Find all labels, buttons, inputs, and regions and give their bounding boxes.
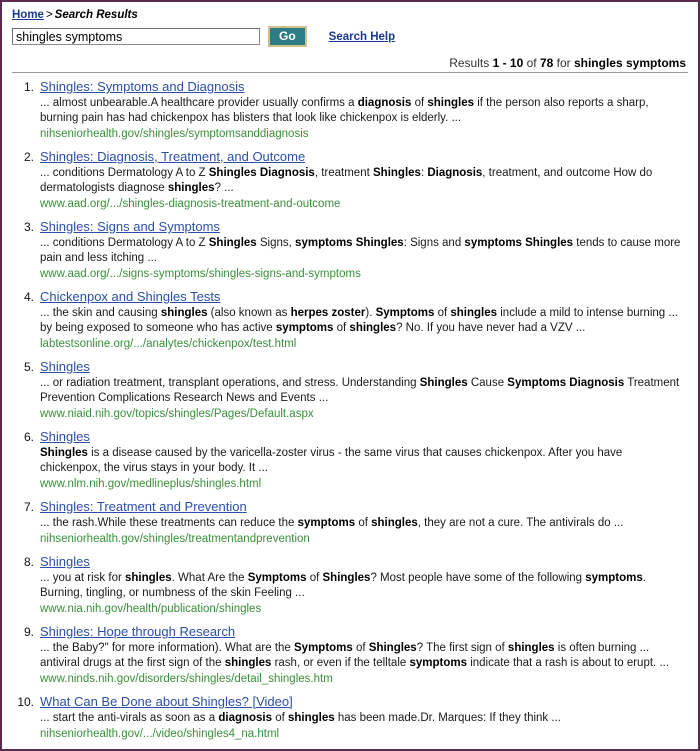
result-rank: 6. (23, 430, 34, 444)
result-snippet: ... conditions Dermatology A to Z Shingl… (40, 237, 681, 264)
summary-total: 78 (539, 56, 554, 70)
breadcrumb-current: Search Results (54, 9, 138, 21)
result-item: 3. Shingles: Signs and Symptoms ... condit… (10, 219, 690, 281)
summary-middle: of (523, 56, 540, 70)
results-summary: Results 1 - 10 of 78 for shingles sympto… (10, 56, 686, 70)
result-rank: 2. (23, 150, 34, 164)
result-url[interactable]: nihseniorhealth.gov/shingles/treatmentan… (40, 532, 686, 546)
result-item: 1. Shingles: Symptoms and Diagnosis ... al… (10, 79, 690, 141)
result-rank: 10. (17, 695, 34, 709)
go-button[interactable]: Go (268, 26, 307, 47)
result-url[interactable]: www.niaid.nih.gov/topics/shingles/Pages/… (40, 407, 686, 421)
search-help-link[interactable]: Search Help (329, 31, 395, 43)
result-title-link[interactable]: Shingles (40, 359, 90, 374)
summary-query: shingles symptoms (573, 56, 686, 70)
result-title-link[interactable]: Shingles (40, 429, 90, 444)
summary-divider (12, 72, 688, 73)
result-snippet: ... the rash.While these treatments can … (40, 517, 624, 529)
result-rank: 7. (23, 500, 34, 514)
result-url[interactable]: www.ninds.nih.gov/disorders/shingles/det… (40, 672, 686, 686)
result-url[interactable]: www.aad.org/.../signs-symptoms/shingles-… (40, 267, 686, 281)
result-item: 6. Shingles Shingles is a disease caused b… (10, 429, 690, 491)
result-title-row: Shingles (40, 359, 686, 375)
result-title-row: Shingles: Diagnosis, Treatment, and Outc… (40, 149, 686, 165)
result-url[interactable]: nihseniorhealth.gov/shingles/symptomsand… (40, 127, 686, 141)
result-title-link[interactable]: Shingles: Treatment and Prevention (40, 499, 247, 514)
result-title-row: Shingles: Hope through Research (40, 624, 686, 640)
result-rank: 8. (23, 555, 34, 569)
result-url[interactable]: labtestsonline.org/.../analytes/chickenp… (40, 337, 686, 351)
result-title-row: Chickenpox and Shingles Tests (40, 289, 686, 305)
page-content: Home>Search Results Go Search Help Resul… (2, 2, 698, 741)
result-rank: 9. (23, 625, 34, 639)
result-title-link[interactable]: Chickenpox and Shingles Tests (40, 289, 220, 304)
search-results-page: Home>Search Results Go Search Help Resul… (0, 0, 700, 751)
result-item: 4. Chickenpox and Shingles Tests ... the s… (10, 289, 690, 351)
result-rank: 3. (23, 220, 34, 234)
result-snippet: Shingles is a disease caused by the vari… (40, 447, 623, 474)
result-rank: 1. (23, 80, 34, 94)
breadcrumb-separator: > (45, 9, 53, 21)
result-url[interactable]: www.nlm.nih.gov/medlineplus/shingles.htm… (40, 477, 686, 491)
result-item: 2. Shingles: Diagnosis, Treatment, and Ou… (10, 149, 690, 211)
result-snippet: ... start the anti-virals as soon as a d… (40, 712, 561, 724)
result-title-link[interactable]: Shingles: Signs and Symptoms (40, 219, 220, 234)
search-input[interactable] (12, 28, 260, 45)
search-bar: Go Search Help (12, 26, 690, 47)
summary-range: 1 - 10 (492, 56, 524, 70)
result-title-row: Shingles: Symptoms and Diagnosis (40, 79, 686, 95)
result-title-link[interactable]: Shingles: Diagnosis, Treatment, and Outc… (40, 149, 305, 164)
result-item: 5. Shingles ... or radiation treatment, tr… (10, 359, 690, 421)
result-item: 7. Shingles: Treatment and Prevention ... … (10, 499, 690, 546)
result-snippet: ... the skin and causing shingles (also … (40, 307, 678, 334)
result-snippet: ... you at risk for shingles. What Are t… (40, 572, 646, 599)
result-item: 10. What Can Be Done about Shingles? [Vid… (10, 694, 690, 741)
breadcrumb-home-link[interactable]: Home (12, 9, 44, 21)
result-title-link[interactable]: Shingles: Hope through Research (40, 624, 235, 639)
result-title-row: Shingles: Treatment and Prevention (40, 499, 686, 515)
result-snippet: ... almost unbearable.A healthcare provi… (40, 97, 649, 124)
result-url[interactable]: www.nia.nih.gov/health/publication/shing… (40, 602, 686, 616)
result-snippet: ... the Baby?" for more information). Wh… (40, 642, 670, 669)
result-rank: 4. (23, 290, 34, 304)
result-title-link[interactable]: What Can Be Done about Shingles? [Video] (40, 694, 293, 709)
result-item: 8. Shingles ... you at risk for shingles. … (10, 554, 690, 616)
result-title-link[interactable]: Shingles: Symptoms and Diagnosis (40, 79, 245, 94)
result-title-row: Shingles (40, 554, 686, 570)
result-title-row: Shingles: Signs and Symptoms (40, 219, 686, 235)
result-snippet: ... or radiation treatment, transplant o… (40, 377, 680, 404)
result-title-link[interactable]: Shingles (40, 554, 90, 569)
summary-for: for (553, 56, 574, 70)
breadcrumb: Home > Search Results (12, 9, 690, 21)
summary-prefix: Results (449, 56, 493, 70)
result-snippet: ... conditions Dermatology A to Z Shingl… (40, 167, 653, 194)
result-item: 9. Shingles: Hope through Research ... the… (10, 624, 690, 686)
result-url[interactable]: nihseniorhealth.gov/.../video/shingles4_… (40, 727, 686, 741)
result-rank: 5. (23, 360, 34, 374)
result-title-row: Shingles (40, 429, 686, 445)
result-url[interactable]: www.aad.org/.../shingles-diagnosis-treat… (40, 197, 686, 211)
result-title-row: What Can Be Done about Shingles? [Video] (40, 694, 686, 710)
results-list: 1. Shingles: Symptoms and Diagnosis ... al… (10, 79, 690, 741)
